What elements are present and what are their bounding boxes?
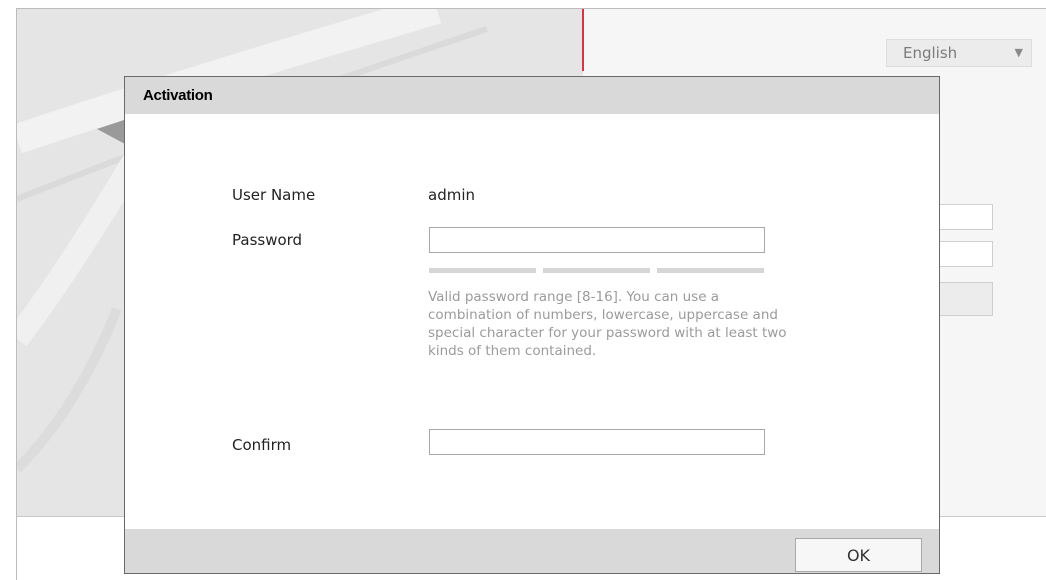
strength-bar-medium bbox=[543, 268, 650, 273]
chevron-down-icon: ▼ bbox=[1014, 46, 1023, 59]
user-name-label: User Name bbox=[232, 186, 316, 204]
password-label: Password bbox=[232, 231, 303, 249]
user-name-value: admin bbox=[428, 186, 475, 204]
language-selected-label: English bbox=[903, 44, 958, 62]
strength-bar-strong bbox=[657, 268, 764, 273]
strength-bar-weak bbox=[429, 268, 536, 273]
red-divider bbox=[582, 9, 584, 71]
language-select[interactable]: English ▼ bbox=[886, 39, 1032, 67]
dialog-footer: OK bbox=[125, 529, 939, 573]
activation-dialog: Activation User Name admin Password Vali… bbox=[124, 76, 940, 574]
password-input[interactable] bbox=[429, 227, 765, 253]
confirm-label: Confirm bbox=[232, 436, 292, 454]
confirm-password-input[interactable] bbox=[429, 429, 765, 455]
dialog-title: Activation bbox=[143, 87, 213, 104]
ok-button[interactable]: OK bbox=[795, 538, 922, 572]
dialog-header: Activation bbox=[125, 77, 939, 114]
password-hint: Valid password range [8-16]. You can use… bbox=[428, 289, 787, 359]
